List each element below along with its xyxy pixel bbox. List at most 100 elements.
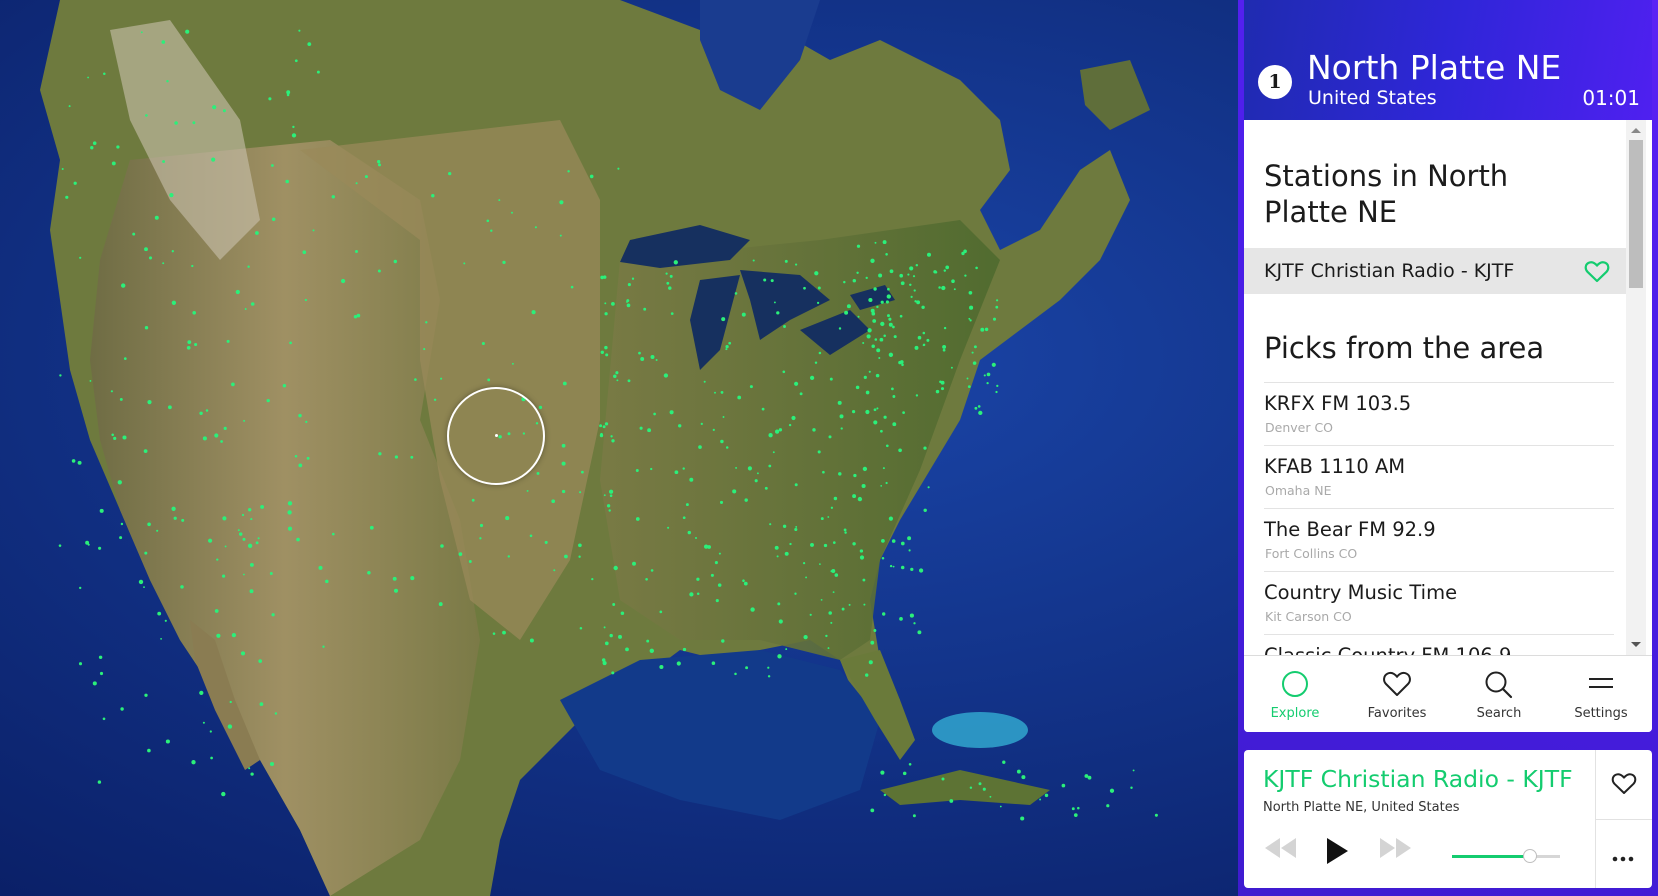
station-dot[interactable] xyxy=(214,433,219,438)
station-dot[interactable] xyxy=(1077,806,1080,810)
station-dot[interactable] xyxy=(687,530,692,535)
station-dot[interactable] xyxy=(538,405,543,410)
station-dot[interactable] xyxy=(302,250,307,255)
station-dot[interactable] xyxy=(838,327,842,330)
station-dot[interactable] xyxy=(982,787,986,791)
station-dot[interactable] xyxy=(210,756,213,760)
station-dot[interactable] xyxy=(185,29,190,34)
station-dot[interactable] xyxy=(551,499,556,504)
station-dot[interactable] xyxy=(866,334,871,339)
station-dot[interactable] xyxy=(1154,813,1158,817)
station-dot[interactable] xyxy=(148,256,153,260)
station-dot[interactable] xyxy=(663,373,669,378)
station-dot[interactable] xyxy=(715,599,719,603)
station-dot[interactable] xyxy=(643,307,647,311)
station-dot[interactable] xyxy=(544,540,548,544)
station-dot[interactable] xyxy=(119,536,123,540)
station-dot[interactable] xyxy=(876,407,879,410)
station-dot[interactable] xyxy=(294,59,298,63)
station-dot[interactable] xyxy=(287,501,293,506)
station-dot[interactable] xyxy=(923,446,927,450)
station-dot[interactable] xyxy=(216,633,221,638)
station-dot[interactable] xyxy=(161,40,166,44)
station-dot[interactable] xyxy=(843,528,847,532)
station-dot[interactable] xyxy=(578,543,582,548)
station-dot[interactable] xyxy=(722,416,725,418)
station-dot[interactable] xyxy=(817,450,821,454)
station-dot[interactable] xyxy=(248,508,252,512)
station-dot[interactable] xyxy=(611,302,615,306)
station-dot[interactable] xyxy=(231,382,235,387)
station-dot[interactable] xyxy=(561,443,566,448)
station-dot[interactable] xyxy=(832,541,836,544)
station-dot[interactable] xyxy=(199,690,204,696)
station-dot[interactable] xyxy=(247,543,253,548)
station-dot[interactable] xyxy=(144,693,148,697)
station-dot[interactable] xyxy=(825,634,828,638)
station-dot[interactable] xyxy=(861,483,866,489)
station-dot[interactable] xyxy=(996,384,999,388)
station-dot[interactable] xyxy=(892,422,897,427)
station-dot[interactable] xyxy=(639,426,643,430)
tab-explore[interactable]: Explore xyxy=(1244,656,1346,732)
station-dot[interactable] xyxy=(479,523,484,528)
station-dot[interactable] xyxy=(613,374,617,378)
station-dot[interactable] xyxy=(611,439,615,443)
station-dot[interactable] xyxy=(794,527,798,532)
station-dot[interactable] xyxy=(529,638,534,643)
station-dot[interactable] xyxy=(144,551,148,555)
station-dot[interactable] xyxy=(255,541,259,545)
station-dot[interactable] xyxy=(750,607,755,612)
volume-slider[interactable] xyxy=(1452,849,1560,863)
station-dot[interactable] xyxy=(268,97,272,101)
station-dot[interactable] xyxy=(882,240,887,245)
scrollbar-thumb[interactable] xyxy=(1629,140,1643,288)
station-dot[interactable] xyxy=(891,539,896,543)
station-dot[interactable] xyxy=(820,599,823,601)
station-dot[interactable] xyxy=(59,374,62,377)
station-dot[interactable] xyxy=(744,498,748,502)
station-dot[interactable] xyxy=(795,525,798,528)
station-dot[interactable] xyxy=(174,121,178,125)
station-dot[interactable] xyxy=(1020,816,1025,821)
station-dot[interactable] xyxy=(885,481,888,485)
station-dot[interactable] xyxy=(58,544,62,547)
station-dot[interactable] xyxy=(907,536,912,541)
station-dot[interactable] xyxy=(266,398,270,403)
station-dot[interactable] xyxy=(917,630,922,635)
station-dot[interactable] xyxy=(608,509,611,512)
station-dot[interactable] xyxy=(562,381,567,386)
station-dot[interactable] xyxy=(870,640,875,645)
station-dot[interactable] xyxy=(191,264,194,268)
station-dot[interactable] xyxy=(968,317,971,320)
station-dot[interactable] xyxy=(116,145,120,149)
station-dot[interactable] xyxy=(852,494,857,499)
station-dot[interactable] xyxy=(794,592,797,595)
station-dot[interactable] xyxy=(282,383,287,388)
station-dot[interactable] xyxy=(772,451,775,454)
station-dot[interactable] xyxy=(696,592,700,596)
station-dot[interactable] xyxy=(899,360,904,364)
station-dot[interactable] xyxy=(71,459,76,463)
station-dot[interactable] xyxy=(192,121,196,125)
station-dot[interactable] xyxy=(578,555,581,558)
station-dot[interactable] xyxy=(410,455,414,459)
station-dot[interactable] xyxy=(972,361,977,365)
station-dot[interactable] xyxy=(122,435,127,440)
station-dot[interactable] xyxy=(966,377,969,380)
station-dot[interactable] xyxy=(617,167,620,170)
station-dot[interactable] xyxy=(720,439,724,444)
station-dot[interactable] xyxy=(870,808,875,813)
station-dot[interactable] xyxy=(604,641,609,646)
station-dot[interactable] xyxy=(880,300,884,304)
station-dot[interactable] xyxy=(367,570,371,575)
station-dot[interactable] xyxy=(799,392,803,396)
station-dot[interactable] xyxy=(912,814,916,818)
station-dot[interactable] xyxy=(682,467,685,470)
station-dot[interactable] xyxy=(913,622,916,625)
station-dot[interactable] xyxy=(995,305,999,309)
station-dot[interactable] xyxy=(795,263,798,266)
station-dot[interactable] xyxy=(953,288,956,291)
station-dot[interactable] xyxy=(669,410,674,415)
station-dot[interactable] xyxy=(828,611,832,615)
